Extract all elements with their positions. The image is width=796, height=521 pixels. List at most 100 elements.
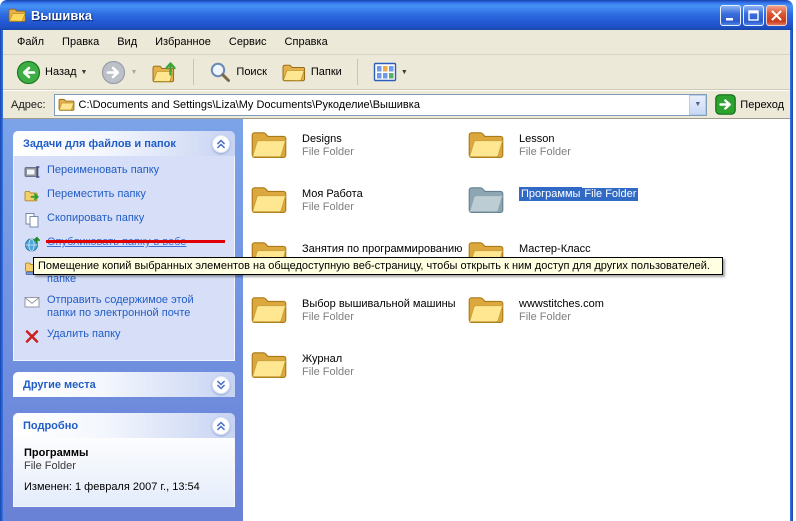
delete-icon [24, 328, 40, 344]
file-tasks-panel: Задачи для файлов и папок Переименовать … [13, 131, 235, 361]
folder-up-icon [151, 60, 178, 85]
close-icon [770, 9, 783, 22]
folder-name: Моя Работа [302, 187, 363, 201]
email-icon [24, 294, 40, 310]
minimize-icon [724, 9, 737, 22]
folder-tile-moya-rabota[interactable]: Моя РаботаFile Folder [250, 182, 467, 237]
chevron-up-icon [214, 419, 228, 433]
folder-tile-lesson[interactable]: LessonFile Folder [467, 127, 684, 182]
details-header[interactable]: Подробно [13, 413, 235, 438]
task-move-folder[interactable]: Переместить папку [24, 188, 228, 204]
folder-name: Занятия по программированию [302, 242, 462, 256]
details-panel: Подробно Программы File Folder Изменен: … [13, 413, 235, 507]
back-button[interactable]: Назад ▼ [11, 57, 92, 88]
menu-tools[interactable]: Сервис [220, 33, 276, 51]
folder-type: File Folder [302, 311, 456, 324]
search-button[interactable]: Поиск [204, 58, 271, 87]
forward-button[interactable]: ▼ [96, 57, 142, 88]
go-button[interactable]: Переход [715, 94, 784, 115]
task-label: Отправить содержимое этой папки по элект… [47, 294, 219, 320]
menu-favorites[interactable]: Избранное [146, 33, 220, 51]
folder-tile-wwwstitches[interactable]: wwwstitches.comFile Folder [467, 292, 684, 347]
details-title: Подробно [23, 420, 78, 432]
folder-tile-programmy-selected[interactable]: ПрограммыFile Folder [467, 182, 684, 237]
task-label: Скопировать папку [47, 212, 219, 225]
task-delete-folder[interactable]: Удалить папку [24, 328, 228, 344]
folder-type: File Folder [302, 201, 363, 214]
folder-icon [250, 182, 288, 216]
folder-tile-designs[interactable]: DesignsFile Folder [250, 127, 467, 182]
details-folder-type: File Folder [24, 460, 224, 473]
task-rename-folder[interactable]: Переименовать папку [24, 164, 228, 180]
details-body: Программы File Folder Изменен: 1 февраля… [13, 438, 235, 507]
copy-icon [24, 212, 40, 228]
folder-type: File Folder [519, 311, 604, 324]
rename-icon [24, 164, 40, 180]
folder-icon [467, 127, 505, 161]
publish-web-icon [24, 236, 40, 252]
address-combo[interactable]: C:\Documents and Settings\Liza\My Docume… [54, 94, 708, 116]
search-icon [209, 61, 232, 84]
menu-edit[interactable]: Правка [53, 33, 108, 51]
folder-tile-zhurnal[interactable]: ЖурналFile Folder [250, 347, 467, 402]
task-pane-sidebar: Задачи для файлов и папок Переименовать … [3, 119, 243, 521]
file-tasks-title: Задачи для файлов и папок [23, 138, 176, 150]
folder-icon [250, 347, 288, 381]
collapse-button[interactable] [212, 417, 230, 435]
task-email-folder[interactable]: Отправить содержимое этой папки по элект… [24, 294, 228, 320]
task-publish-folder-web[interactable]: Опубликовать папку в вебе [24, 236, 228, 252]
folder-tile-vybor-mashiny[interactable]: Выбор вышивальной машиныFile Folder [250, 292, 467, 347]
folder-type: File Folder [302, 366, 354, 379]
folder-name: Lesson [519, 132, 571, 146]
folders-button[interactable]: Папки [276, 58, 347, 87]
back-icon [16, 60, 41, 85]
toolbar-separator [357, 59, 358, 85]
chevron-up-icon [214, 137, 228, 151]
other-places-header[interactable]: Другие места [13, 372, 235, 397]
up-button[interactable] [146, 57, 183, 88]
folder-icon [467, 182, 505, 216]
back-label: Назад [45, 66, 77, 78]
address-label: Адрес: [11, 99, 46, 111]
address-path[interactable]: C:\Documents and Settings\Liza\My Docume… [75, 99, 690, 111]
task-label: Переместить папку [47, 188, 219, 201]
folder-name: Выбор вышивальной машины [302, 297, 456, 311]
views-button[interactable]: ▼ [368, 58, 413, 86]
toolbar-separator [193, 59, 194, 85]
red-annotation-underline [46, 240, 225, 243]
toolbar: Назад ▼ ▼ Поиск [3, 55, 790, 90]
search-label: Поиск [236, 66, 266, 78]
task-copy-folder[interactable]: Скопировать папку [24, 212, 228, 228]
address-dropdown-button[interactable]: ▼ [689, 95, 706, 115]
folders-icon [281, 61, 307, 84]
back-dropdown-icon[interactable]: ▼ [81, 69, 88, 76]
forward-icon [101, 60, 126, 85]
folder-icon [250, 292, 288, 326]
address-folder-icon [58, 97, 75, 112]
menu-file[interactable]: Файл [8, 33, 53, 51]
folder-type: File Folder [519, 146, 571, 159]
views-dropdown-icon[interactable]: ▼ [401, 69, 408, 76]
folder-icon [250, 127, 288, 161]
explorer-window: Вышивка Файл Правка Вид Избранное Сервис… [0, 0, 796, 521]
folder-type: File Folder [302, 146, 354, 159]
go-label: Переход [740, 99, 784, 111]
folder-name: Мастер-Класс [519, 242, 591, 256]
task-label: Переименовать папку [47, 164, 219, 177]
menu-view[interactable]: Вид [108, 33, 146, 51]
maximize-button[interactable] [743, 5, 764, 26]
menu-bar: Файл Правка Вид Избранное Сервис Справка [3, 30, 790, 55]
title-bar: Вышивка [0, 0, 793, 30]
folder-name: wwwstitches.com [519, 297, 604, 311]
minimize-button[interactable] [720, 5, 741, 26]
collapse-button[interactable] [212, 135, 230, 153]
close-button[interactable] [766, 5, 787, 26]
forward-dropdown-icon: ▼ [130, 69, 137, 76]
window-right-border [790, 30, 793, 521]
details-folder-name: Программы [24, 446, 224, 460]
folder-type: File Folder [582, 188, 638, 201]
expand-button[interactable] [212, 376, 230, 394]
views-icon [373, 61, 397, 83]
file-tasks-header[interactable]: Задачи для файлов и папок [13, 131, 235, 156]
menu-help[interactable]: Справка [276, 33, 337, 51]
